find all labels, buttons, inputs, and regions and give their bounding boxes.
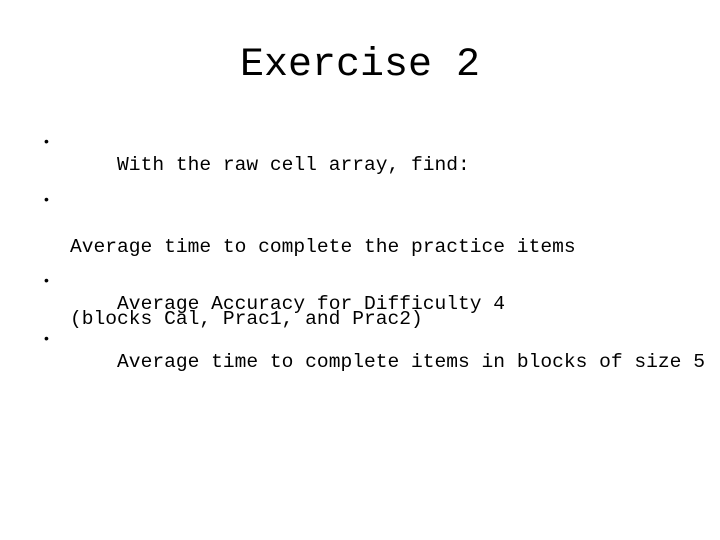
bullet-icon: • xyxy=(44,330,49,346)
bullet-text: Average time to complete items in blocks… xyxy=(70,326,705,398)
slide-title: Exercise 2 xyxy=(239,43,481,88)
bullet-line: Average Accuracy for Difficulty 4 xyxy=(117,293,506,315)
bullet-line: Average time to complete items in blocks… xyxy=(117,351,705,373)
bullet-line: With the raw cell array, find: xyxy=(117,154,470,176)
bullet-line: Average time to complete the practice it… xyxy=(70,236,576,258)
bullet-item: • Average time to complete items in bloc… xyxy=(44,326,705,398)
